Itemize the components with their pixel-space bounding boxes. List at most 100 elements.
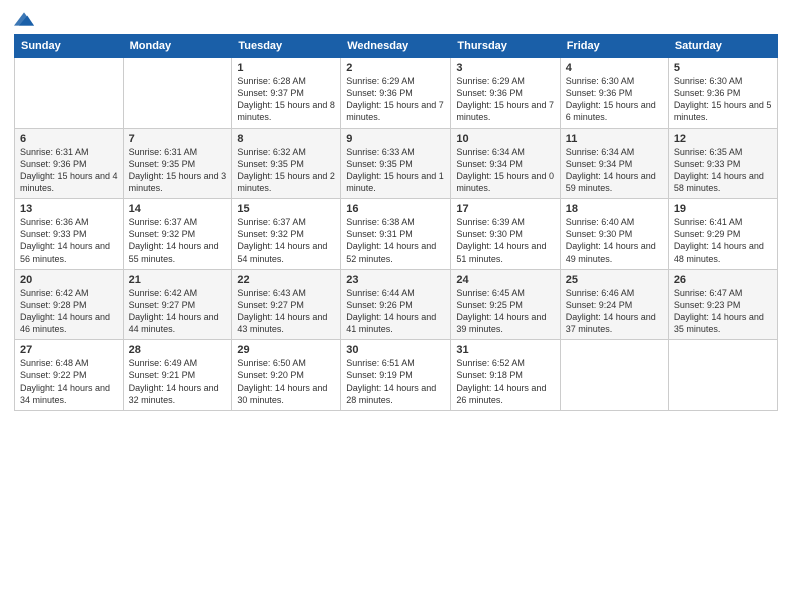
day-info: Sunrise: 6:29 AM Sunset: 9:36 PM Dayligh…: [456, 75, 554, 124]
day-number: 12: [674, 133, 772, 145]
calendar-cell: 2Sunrise: 6:29 AM Sunset: 9:36 PM Daylig…: [341, 58, 451, 129]
day-number: 9: [346, 133, 445, 145]
day-number: 19: [674, 203, 772, 215]
day-info: Sunrise: 6:36 AM Sunset: 9:33 PM Dayligh…: [20, 216, 118, 265]
logo: [14, 10, 38, 28]
page: SundayMondayTuesdayWednesdayThursdayFrid…: [0, 0, 792, 612]
day-info: Sunrise: 6:41 AM Sunset: 9:29 PM Dayligh…: [674, 216, 772, 265]
calendar-cell: 29Sunrise: 6:50 AM Sunset: 9:20 PM Dayli…: [232, 340, 341, 411]
calendar-cell: 31Sunrise: 6:52 AM Sunset: 9:18 PM Dayli…: [451, 340, 560, 411]
day-info: Sunrise: 6:33 AM Sunset: 9:35 PM Dayligh…: [346, 146, 445, 195]
day-number: 5: [674, 62, 772, 74]
day-info: Sunrise: 6:42 AM Sunset: 9:27 PM Dayligh…: [129, 287, 227, 336]
day-number: 20: [20, 274, 118, 286]
day-number: 16: [346, 203, 445, 215]
day-info: Sunrise: 6:30 AM Sunset: 9:36 PM Dayligh…: [566, 75, 663, 124]
calendar-cell: 24Sunrise: 6:45 AM Sunset: 9:25 PM Dayli…: [451, 269, 560, 340]
day-info: Sunrise: 6:30 AM Sunset: 9:36 PM Dayligh…: [674, 75, 772, 124]
calendar-cell: 7Sunrise: 6:31 AM Sunset: 9:35 PM Daylig…: [123, 128, 232, 199]
day-info: Sunrise: 6:28 AM Sunset: 9:37 PM Dayligh…: [237, 75, 335, 124]
calendar-week-row: 27Sunrise: 6:48 AM Sunset: 9:22 PM Dayli…: [15, 340, 778, 411]
day-number: 2: [346, 62, 445, 74]
day-number: 31: [456, 344, 554, 356]
day-info: Sunrise: 6:31 AM Sunset: 9:36 PM Dayligh…: [20, 146, 118, 195]
calendar-body: 1Sunrise: 6:28 AM Sunset: 9:37 PM Daylig…: [15, 58, 778, 411]
day-number: 10: [456, 133, 554, 145]
calendar-cell: 26Sunrise: 6:47 AM Sunset: 9:23 PM Dayli…: [668, 269, 777, 340]
day-number: 13: [20, 203, 118, 215]
calendar-cell: 9Sunrise: 6:33 AM Sunset: 9:35 PM Daylig…: [341, 128, 451, 199]
day-number: 27: [20, 344, 118, 356]
calendar-cell: 6Sunrise: 6:31 AM Sunset: 9:36 PM Daylig…: [15, 128, 124, 199]
calendar-cell: 15Sunrise: 6:37 AM Sunset: 9:32 PM Dayli…: [232, 199, 341, 270]
day-info: Sunrise: 6:48 AM Sunset: 9:22 PM Dayligh…: [20, 357, 118, 406]
day-number: 30: [346, 344, 445, 356]
day-info: Sunrise: 6:35 AM Sunset: 9:33 PM Dayligh…: [674, 146, 772, 195]
calendar-cell: 3Sunrise: 6:29 AM Sunset: 9:36 PM Daylig…: [451, 58, 560, 129]
logo-icon: [14, 10, 34, 28]
day-info: Sunrise: 6:39 AM Sunset: 9:30 PM Dayligh…: [456, 216, 554, 265]
day-info: Sunrise: 6:47 AM Sunset: 9:23 PM Dayligh…: [674, 287, 772, 336]
calendar-cell: 18Sunrise: 6:40 AM Sunset: 9:30 PM Dayli…: [560, 199, 668, 270]
calendar-cell: 16Sunrise: 6:38 AM Sunset: 9:31 PM Dayli…: [341, 199, 451, 270]
calendar-cell: 23Sunrise: 6:44 AM Sunset: 9:26 PM Dayli…: [341, 269, 451, 340]
day-info: Sunrise: 6:40 AM Sunset: 9:30 PM Dayligh…: [566, 216, 663, 265]
calendar-cell: 4Sunrise: 6:30 AM Sunset: 9:36 PM Daylig…: [560, 58, 668, 129]
calendar-cell: [560, 340, 668, 411]
day-number: 26: [674, 274, 772, 286]
calendar-cell: 28Sunrise: 6:49 AM Sunset: 9:21 PM Dayli…: [123, 340, 232, 411]
day-number: 15: [237, 203, 335, 215]
calendar-week-row: 13Sunrise: 6:36 AM Sunset: 9:33 PM Dayli…: [15, 199, 778, 270]
weekday-header: Friday: [560, 35, 668, 58]
day-info: Sunrise: 6:34 AM Sunset: 9:34 PM Dayligh…: [456, 146, 554, 195]
calendar-week-row: 6Sunrise: 6:31 AM Sunset: 9:36 PM Daylig…: [15, 128, 778, 199]
day-info: Sunrise: 6:50 AM Sunset: 9:20 PM Dayligh…: [237, 357, 335, 406]
calendar-week-row: 20Sunrise: 6:42 AM Sunset: 9:28 PM Dayli…: [15, 269, 778, 340]
day-number: 14: [129, 203, 227, 215]
day-info: Sunrise: 6:34 AM Sunset: 9:34 PM Dayligh…: [566, 146, 663, 195]
calendar-cell: 30Sunrise: 6:51 AM Sunset: 9:19 PM Dayli…: [341, 340, 451, 411]
calendar-cell: 17Sunrise: 6:39 AM Sunset: 9:30 PM Dayli…: [451, 199, 560, 270]
day-info: Sunrise: 6:46 AM Sunset: 9:24 PM Dayligh…: [566, 287, 663, 336]
day-number: 23: [346, 274, 445, 286]
calendar-cell: 13Sunrise: 6:36 AM Sunset: 9:33 PM Dayli…: [15, 199, 124, 270]
calendar-cell: 27Sunrise: 6:48 AM Sunset: 9:22 PM Dayli…: [15, 340, 124, 411]
day-number: 17: [456, 203, 554, 215]
calendar-cell: 25Sunrise: 6:46 AM Sunset: 9:24 PM Dayli…: [560, 269, 668, 340]
day-info: Sunrise: 6:49 AM Sunset: 9:21 PM Dayligh…: [129, 357, 227, 406]
day-number: 8: [237, 133, 335, 145]
calendar-table: SundayMondayTuesdayWednesdayThursdayFrid…: [14, 34, 778, 411]
day-number: 1: [237, 62, 335, 74]
day-number: 18: [566, 203, 663, 215]
weekday-header: Saturday: [668, 35, 777, 58]
day-number: 28: [129, 344, 227, 356]
day-info: Sunrise: 6:37 AM Sunset: 9:32 PM Dayligh…: [129, 216, 227, 265]
day-number: 7: [129, 133, 227, 145]
day-number: 6: [20, 133, 118, 145]
day-info: Sunrise: 6:45 AM Sunset: 9:25 PM Dayligh…: [456, 287, 554, 336]
day-number: 25: [566, 274, 663, 286]
day-number: 22: [237, 274, 335, 286]
day-info: Sunrise: 6:32 AM Sunset: 9:35 PM Dayligh…: [237, 146, 335, 195]
weekday-header: Thursday: [451, 35, 560, 58]
day-info: Sunrise: 6:42 AM Sunset: 9:28 PM Dayligh…: [20, 287, 118, 336]
calendar-cell: 1Sunrise: 6:28 AM Sunset: 9:37 PM Daylig…: [232, 58, 341, 129]
day-number: 21: [129, 274, 227, 286]
day-info: Sunrise: 6:44 AM Sunset: 9:26 PM Dayligh…: [346, 287, 445, 336]
day-info: Sunrise: 6:31 AM Sunset: 9:35 PM Dayligh…: [129, 146, 227, 195]
day-number: 3: [456, 62, 554, 74]
calendar-cell: 5Sunrise: 6:30 AM Sunset: 9:36 PM Daylig…: [668, 58, 777, 129]
calendar-cell: 11Sunrise: 6:34 AM Sunset: 9:34 PM Dayli…: [560, 128, 668, 199]
day-info: Sunrise: 6:51 AM Sunset: 9:19 PM Dayligh…: [346, 357, 445, 406]
calendar-cell: [15, 58, 124, 129]
day-info: Sunrise: 6:37 AM Sunset: 9:32 PM Dayligh…: [237, 216, 335, 265]
day-number: 29: [237, 344, 335, 356]
weekday-header: Sunday: [15, 35, 124, 58]
calendar-header-row: SundayMondayTuesdayWednesdayThursdayFrid…: [15, 35, 778, 58]
day-info: Sunrise: 6:43 AM Sunset: 9:27 PM Dayligh…: [237, 287, 335, 336]
calendar-cell: [668, 340, 777, 411]
calendar-cell: 21Sunrise: 6:42 AM Sunset: 9:27 PM Dayli…: [123, 269, 232, 340]
weekday-header: Monday: [123, 35, 232, 58]
calendar-cell: 20Sunrise: 6:42 AM Sunset: 9:28 PM Dayli…: [15, 269, 124, 340]
day-number: 4: [566, 62, 663, 74]
